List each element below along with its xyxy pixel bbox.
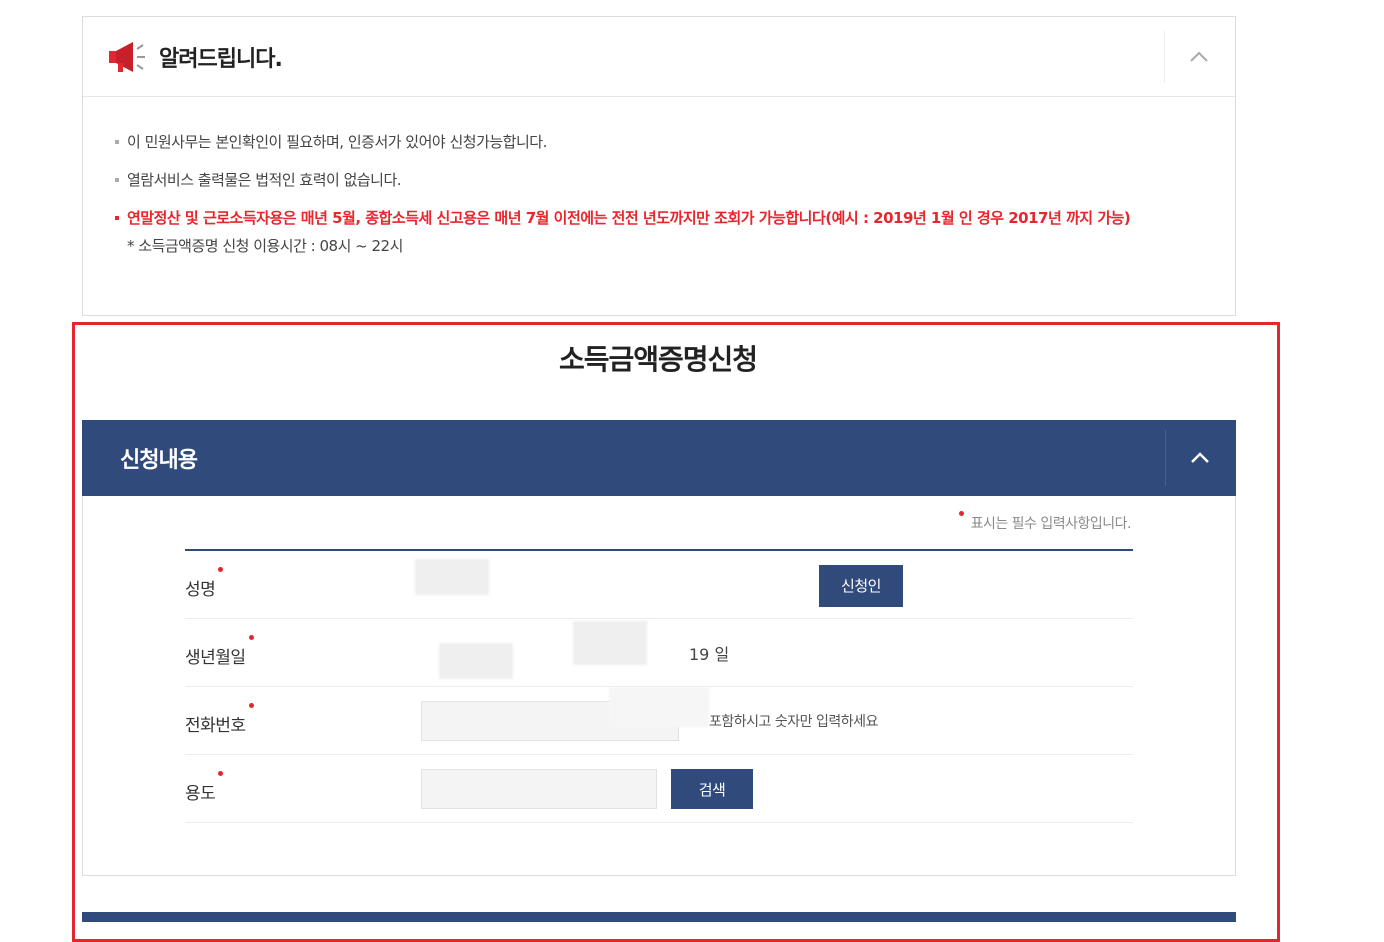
next-section-header (82, 912, 1236, 922)
birth-day-text: 19 일 (689, 645, 730, 664)
phone-value (609, 687, 709, 727)
notice-line: 열람서비스 출력물은 법적인 효력이 없습니다. (113, 167, 1207, 193)
birth-month-value (573, 621, 647, 665)
field-label: 성명 (185, 567, 224, 600)
required-note: 표시는 필수 입력사항입니다. (958, 511, 1132, 533)
field-label: 전화번호 (185, 703, 254, 736)
field-label: 생년월일 (185, 635, 254, 668)
page-title: 소득금액증명신청 (558, 343, 758, 376)
notice-line-warning: 연말정산 및 근로소득자용은 매년 5월, 종합소득세 신고용은 매년 7월 이… (113, 205, 1207, 231)
header-divider (1164, 31, 1165, 83)
chevron-up-icon[interactable] (1186, 444, 1214, 472)
form-table: 성명 신청인 생년월일 19 일 전화번호 포함하시고 숫자만 입력하세요 용도… (185, 549, 1133, 823)
name-value (415, 559, 489, 595)
applicant-button[interactable]: 신청인 (819, 565, 903, 607)
notice-sub-note: * 소득금액증명 신청 이용시간 : 08시 ~ 22시 (127, 237, 403, 255)
form-panel: 신청내용 표시는 필수 입력사항입니다. 성명 신청인 생년월일 19 일 전화… (82, 420, 1236, 876)
required-marker (218, 567, 224, 572)
required-marker (958, 511, 964, 516)
notice-header: 알려드립니다. (83, 17, 1235, 97)
notice-line: 이 민원사무는 본인확인이 필요하며, 인증서가 있어야 신청가능합니다. (113, 129, 1207, 155)
purpose-input[interactable] (421, 769, 657, 809)
field-label-text: 전화번호 (185, 716, 246, 736)
required-marker (248, 703, 254, 708)
field-label-text: 성명 (185, 580, 216, 600)
required-marker (218, 771, 224, 776)
search-button[interactable]: 검색 (671, 769, 753, 809)
section-header: 신청내용 (82, 420, 1236, 496)
notice-panel: 알려드립니다. 이 민원사무는 본인확인이 필요하며, 인증서가 있어야 신청가… (82, 16, 1236, 316)
field-label: 용도 (185, 771, 224, 804)
notice-body: 이 민원사무는 본인확인이 필요하며, 인증서가 있어야 신청가능합니다. 열람… (113, 129, 1207, 259)
birth-year-value (439, 643, 513, 679)
notice-title: 알려드립니다. (159, 47, 283, 72)
phone-hint: 포함하시고 숫자만 입력하세요 (709, 714, 878, 730)
section-title: 신청내용 (120, 448, 198, 473)
form-row-name: 성명 신청인 (185, 551, 1133, 619)
required-note-text: 표시는 필수 입력사항입니다. (970, 516, 1132, 532)
required-marker (248, 635, 254, 640)
megaphone-icon (109, 42, 145, 72)
chevron-up-icon[interactable] (1185, 43, 1213, 71)
field-label-text: 용도 (185, 784, 216, 804)
header-divider (1165, 430, 1166, 486)
field-label-text: 생년월일 (185, 648, 246, 668)
form-row-purpose: 용도 검색 (185, 755, 1133, 823)
form-row-birth: 생년월일 19 일 (185, 619, 1133, 687)
form-row-phone: 전화번호 포함하시고 숫자만 입력하세요 (185, 687, 1133, 755)
